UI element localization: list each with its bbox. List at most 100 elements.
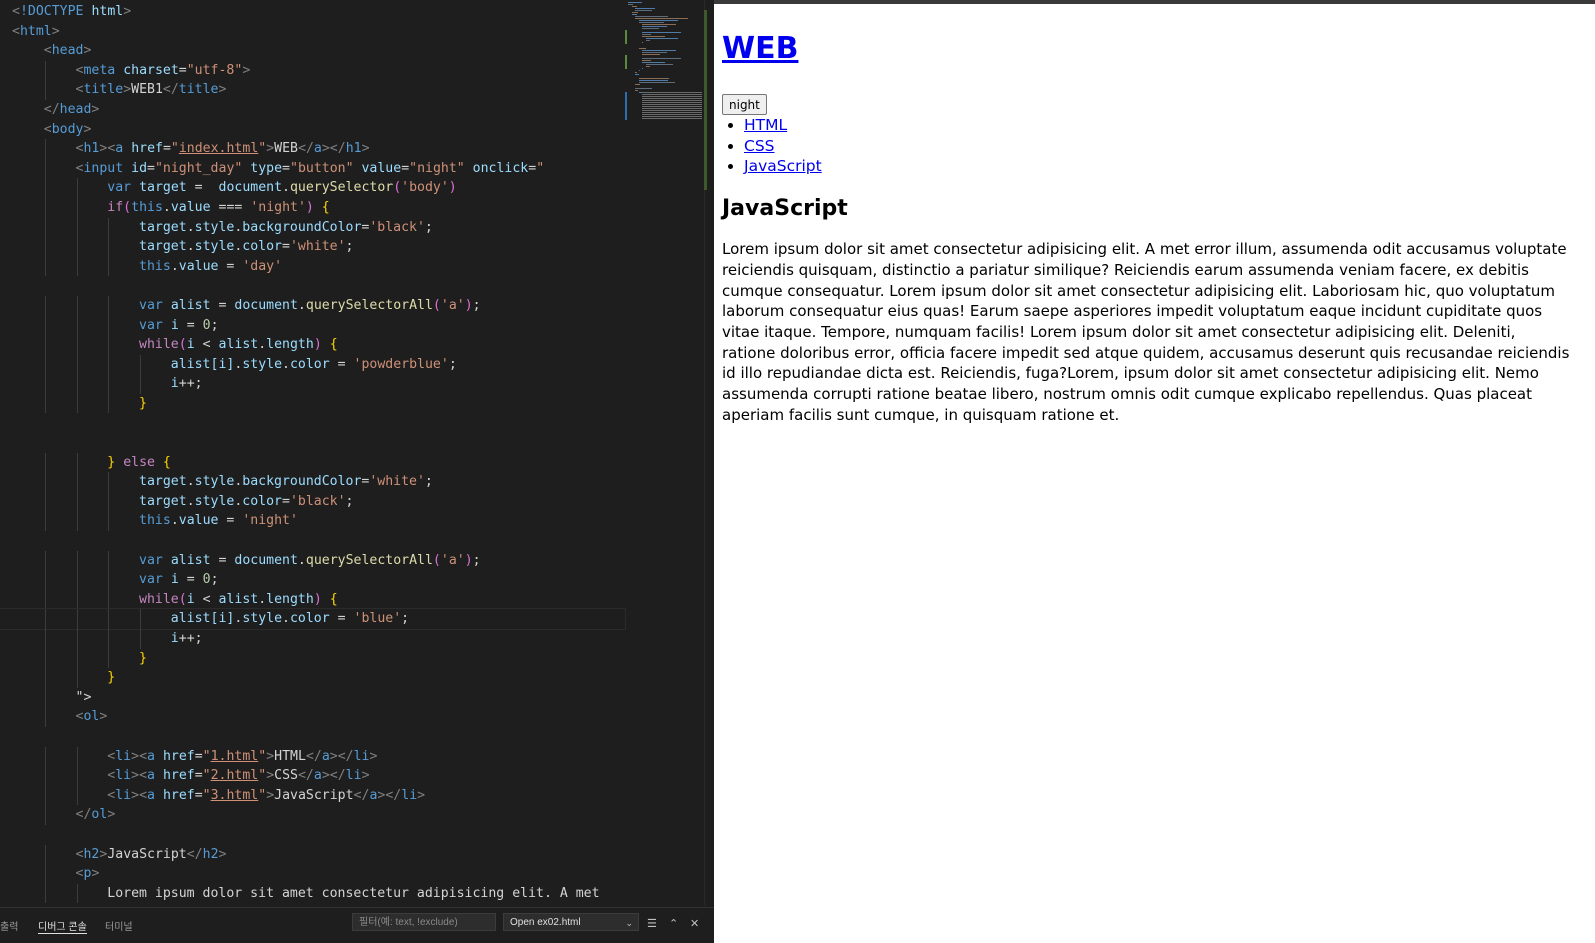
minimap-line [646, 64, 673, 65]
code-line[interactable] [0, 531, 625, 551]
code-line[interactable]: <h1><a href="index.html">WEB</a></h1> [0, 139, 625, 159]
minimap[interactable] [628, 0, 704, 130]
code-line[interactable]: target.style.color='black'; [0, 491, 625, 512]
code-line[interactable]: var i = 0; [0, 570, 625, 590]
code-text: var alist = document.querySelectorAll('a… [139, 552, 481, 568]
code-text: </ol> [75, 807, 116, 823]
code-line[interactable] [0, 825, 625, 845]
code-line[interactable]: <li><a href="1.html">HTML</a></li> [0, 746, 625, 767]
code-line[interactable]: i++; [0, 374, 625, 394]
indent-guide [44, 707, 46, 727]
link-javascript[interactable]: JavaScript [744, 157, 822, 175]
code-line[interactable]: <li><a href="2.html">CSS</a></li> [0, 766, 625, 786]
indent-guide [108, 217, 110, 238]
code-text: <head> [43, 43, 92, 59]
minimap-line [635, 10, 653, 11]
code-line[interactable]: while(i < alist.length) { [0, 335, 625, 355]
code-line[interactable]: <head> [0, 41, 625, 61]
close-icon[interactable]: ✕ [690, 919, 699, 930]
list-item: JavaScript [744, 156, 1572, 177]
code-lines[interactable]: <!DOCTYPE html> <html> <head> <meta chars… [0, 2, 626, 904]
minimap-line [642, 116, 702, 117]
indent-guide [108, 354, 110, 375]
code-line[interactable]: "> [0, 687, 625, 708]
filter-input[interactable]: 필터(예: text, !exclude) [352, 913, 496, 931]
code-line[interactable]: <title>WEB1</title> [0, 80, 625, 100]
code-text: <input id="night_day" type="button" valu… [75, 160, 545, 176]
code-text: target.style.color='black'; [139, 493, 354, 509]
title-link[interactable]: WEB [722, 31, 798, 66]
code-line[interactable]: target.style.color='white'; [0, 237, 625, 257]
indent-guide [76, 237, 78, 257]
code-line[interactable]: i++; [0, 629, 625, 649]
code-line[interactable] [0, 433, 625, 453]
indent-guide [140, 629, 142, 649]
code-line[interactable] [0, 413, 625, 433]
code-line[interactable]: target.style.backgroundColor='white'; [0, 472, 625, 492]
code-line[interactable]: <meta charset="utf-8"> [0, 60, 625, 81]
list-icon[interactable]: ☰ [647, 919, 657, 930]
minimap-line [642, 50, 676, 51]
code-line[interactable]: alist[i].style.color = 'blue'; [0, 608, 626, 630]
code-text: var alist = document.querySelectorAll('a… [139, 297, 481, 313]
code-line[interactable]: <body> [0, 120, 625, 140]
code-line[interactable]: } else { [0, 452, 625, 473]
code-line[interactable]: </ol> [0, 805, 625, 825]
code-text: if(this.value === 'night') { [107, 199, 330, 215]
code-text: var i = 0; [139, 572, 219, 588]
minimap-line [631, 12, 638, 13]
minimap-line [635, 16, 669, 17]
code-line[interactable] [0, 727, 625, 747]
indent-guide [44, 139, 46, 159]
indent-guide [44, 256, 46, 277]
code-line[interactable]: <p> [0, 864, 625, 884]
indent-guide [44, 237, 46, 257]
code-text: var i = 0; [139, 317, 219, 333]
minimap-line [642, 60, 652, 61]
code-line[interactable]: <li><a href="3.html">JavaScript</a></li> [0, 785, 625, 806]
indent-guide [44, 354, 46, 375]
night-day-button[interactable] [722, 94, 767, 115]
chevron-up-icon[interactable]: ⌃ [669, 919, 678, 930]
code-text: this.value = 'night' [139, 513, 298, 529]
indent-guide [44, 766, 46, 786]
minimap-line [642, 110, 702, 111]
code-line[interactable]: while(i < alist.length) { [0, 589, 625, 610]
tab-terminal[interactable]: 터미널 [105, 918, 133, 933]
code-line[interactable]: <html> [0, 22, 625, 42]
code-line[interactable]: alist[i].style.color = 'powderblue'; [0, 354, 625, 375]
code-line[interactable]: <input id="night_day" type="button" valu… [0, 158, 625, 179]
code-line[interactable]: } [0, 393, 625, 414]
code-line[interactable]: var i = 0; [0, 315, 625, 336]
indent-guide [76, 315, 78, 336]
code-line[interactable]: } [0, 668, 625, 688]
minimap-line [635, 90, 638, 91]
code-text: <li><a href="3.html">JavaScript</a></li> [107, 787, 426, 803]
code-line[interactable]: if(this.value === 'night') { [0, 197, 625, 218]
tab-debug-console[interactable]: 디버그 콘솔 [38, 918, 87, 934]
tab-output[interactable]: 출력 [0, 918, 18, 933]
code-line[interactable] [0, 276, 625, 296]
indent-guide [108, 550, 110, 571]
code-line[interactable]: <ol> [0, 707, 625, 727]
code-line[interactable]: Lorem ipsum dolor sit amet consectetur a… [0, 883, 625, 904]
code-line[interactable]: var alist = document.querySelectorAll('a… [0, 295, 625, 316]
page-title: WEB [722, 28, 1572, 70]
code-line[interactable]: } [0, 648, 625, 669]
link-html[interactable]: HTML [744, 116, 787, 134]
code-line[interactable]: this.value = 'day' [0, 256, 625, 277]
code-line[interactable]: var target = document.querySelector('bod… [0, 178, 625, 198]
code-editor[interactable]: <!DOCTYPE html> <html> <head> <meta chars… [0, 0, 714, 943]
indent-guide [108, 237, 110, 257]
indent-guide [140, 609, 142, 629]
code-line[interactable]: this.value = 'night' [0, 511, 625, 532]
code-line[interactable]: <!DOCTYPE html> [0, 2, 625, 22]
link-css[interactable]: CSS [744, 137, 775, 155]
minimap-line [635, 18, 689, 19]
code-line[interactable]: var alist = document.querySelectorAll('a… [0, 550, 625, 571]
code-line[interactable]: <h2>JavaScript</h2> [0, 844, 625, 865]
debug-session-select[interactable]: Open ex02.html ⌄ [503, 913, 639, 931]
code-line[interactable]: target.style.backgroundColor='black'; [0, 217, 625, 238]
code-line[interactable]: </head> [0, 100, 625, 120]
minimap-line [642, 24, 676, 25]
